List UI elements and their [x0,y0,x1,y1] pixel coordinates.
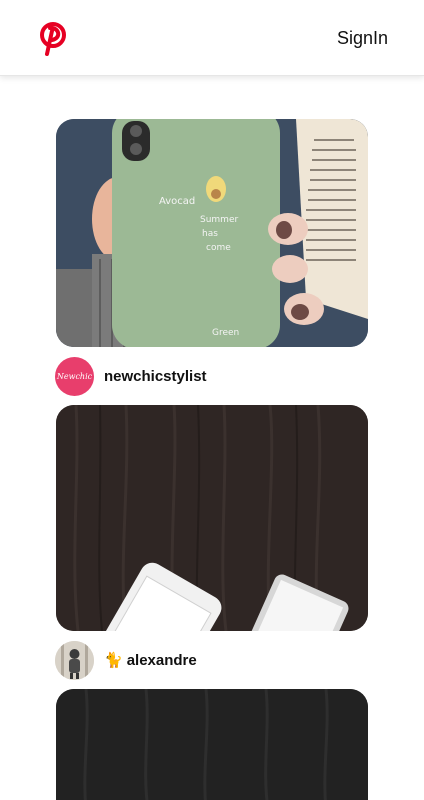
cat-icon: 🐈 [104,652,123,669]
svg-text:Summer: Summer [200,215,238,225]
pin-author[interactable]: 🐈 alexandre [55,631,368,689]
svg-text:come: come [206,243,231,253]
svg-text:Green: Green [212,328,239,338]
svg-text:Avocad: Avocad [159,196,195,207]
phone-case-avocado-photo: Avocad Summer has come Green [56,119,368,347]
pin-author[interactable]: Newchic newchicstylist [55,347,368,405]
pin-image[interactable] [56,689,368,800]
top-bar: SignIn [0,0,424,76]
signin-button[interactable]: SignIn [337,28,388,49]
pinterest-logo-icon[interactable] [38,22,68,56]
author-name[interactable]: 🐈 alexandre [104,651,197,669]
author-name[interactable]: newchicstylist [104,368,207,385]
avatar-photo-icon [55,640,94,680]
avatar[interactable] [55,640,94,680]
pin-image[interactable]: Avocad Summer has come Green [56,119,368,347]
dark-wood-photo [56,689,368,800]
phones-on-wood-photo [56,405,368,631]
pin-feed: Avocad Summer has come Green Newchic new… [55,119,368,800]
pin-image[interactable] [56,405,368,631]
avatar[interactable]: Newchic [55,356,94,396]
svg-text:has: has [202,229,218,239]
